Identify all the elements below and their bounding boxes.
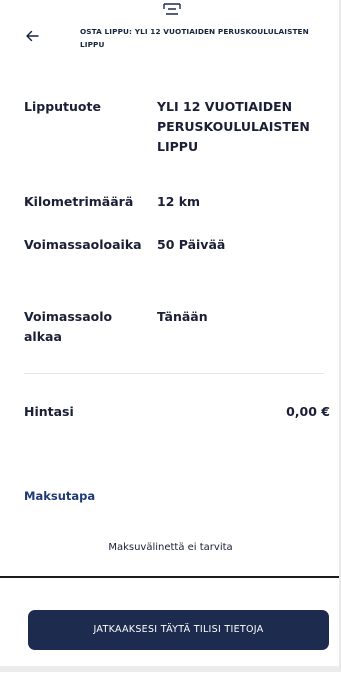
detail-row-kilometers: Kilometrimäärä 12 km bbox=[24, 192, 324, 214]
ticket-purchase-screen: OSTA LIPPU: YLI 12 VUOTIAIDEN PERUSKOULU… bbox=[0, 0, 341, 674]
detail-label: Kilometrimäärä bbox=[24, 194, 134, 209]
detail-value: 50 Päivää bbox=[157, 237, 226, 252]
detail-label: Voimassaoloaika bbox=[24, 237, 142, 252]
back-button[interactable] bbox=[22, 26, 42, 46]
page-title: OSTA LIPPU: YLI 12 VUOTIAIDEN PERUSKOULU… bbox=[80, 27, 309, 49]
arrow-left-icon bbox=[26, 30, 39, 42]
detail-value: YLI 12 VUOTIAIDEN PERUSKOULULAISTEN LIPP… bbox=[157, 99, 310, 154]
detail-row-validity-period: Voimassaoloaika 50 Päivää bbox=[24, 235, 324, 277]
section-divider bbox=[24, 373, 324, 374]
continue-button[interactable]: JATKAAKSESI TÄYTÄ TILISI TIETOJA bbox=[28, 610, 329, 650]
detail-row-validity-start: Voimassaolo alkaa Tänään bbox=[24, 307, 324, 349]
detail-label: Voimassaolo alkaa bbox=[24, 309, 113, 344]
price-row: Hintasi 0,00 € bbox=[24, 402, 330, 422]
payment-method-link[interactable]: Maksutapa bbox=[24, 487, 95, 505]
price-label: Hintasi bbox=[24, 404, 74, 419]
status-indicator-icon bbox=[163, 3, 181, 15]
detail-label: Lipputuote bbox=[24, 99, 101, 114]
bottom-edge bbox=[0, 666, 341, 672]
detail-value: 12 km bbox=[157, 194, 201, 209]
footer-bar: JATKAAKSESI TÄYTÄ TILISI TIETOJA bbox=[0, 576, 341, 674]
payment-note: Maksuvälinettä ei tarvita bbox=[108, 542, 233, 553]
detail-row-ticket-product: Lipputuote YLI 12 VUOTIAIDEN PERUSKOULUL… bbox=[24, 97, 324, 161]
detail-value: Tänään bbox=[157, 309, 208, 324]
price-value: 0,00 € bbox=[286, 404, 330, 419]
page-header: OSTA LIPPU: YLI 12 VUOTIAIDEN PERUSKOULU… bbox=[0, 16, 341, 72]
